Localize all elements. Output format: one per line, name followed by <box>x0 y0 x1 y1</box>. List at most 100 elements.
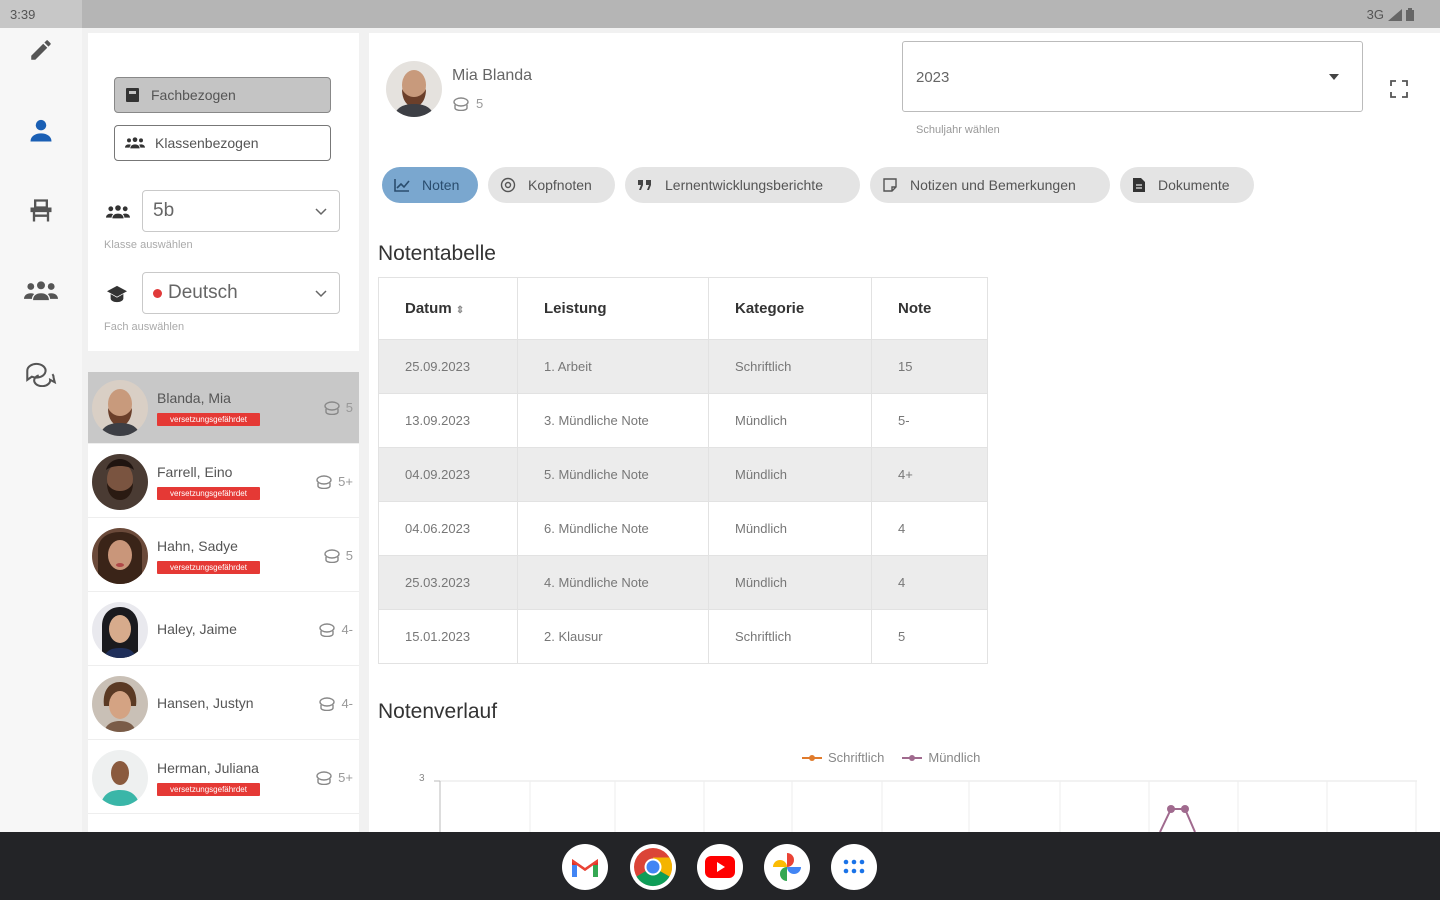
class-select-value: 5b <box>153 200 175 221</box>
table-row[interactable]: 04.06.2023 6. Mündliche Note Mündlich 4 <box>378 501 988 556</box>
column-header-note[interactable]: Note <box>871 277 988 340</box>
tab-label: Notizen und Bemerkungen <box>910 177 1076 193</box>
rail-item-chat[interactable] <box>21 353 61 393</box>
status-badge: versetzungsgefährdet <box>157 561 260 574</box>
grade-icon <box>324 548 340 563</box>
student-grade: 5 <box>323 548 353 563</box>
student-grade-value: 4- <box>341 696 353 711</box>
school-desk-icon <box>30 199 52 222</box>
tab-notizen[interactable]: Notizen und Bemerkungen <box>870 167 1110 203</box>
table-cell: 5 <box>871 609 988 664</box>
legend-item-muendlich[interactable]: Mündlich <box>902 750 980 765</box>
column-header-leistung[interactable]: Leistung <box>517 277 709 340</box>
table-row[interactable]: 25.03.2023 4. Mündliche Note Mündlich 4 <box>378 555 988 610</box>
legend-label: Schriftlich <box>828 750 885 765</box>
table-cell: Mündlich <box>708 555 872 610</box>
gmail-app-icon[interactable] <box>562 844 608 890</box>
column-header-datum[interactable]: Datum ⇕ <box>378 277 518 340</box>
legend-swatch <box>802 754 822 761</box>
pencil-icon <box>31 40 51 60</box>
table-row[interactable]: 13.09.2023 3. Mündliche Note Mündlich 5- <box>378 393 988 448</box>
school-year-select[interactable]: 2023 <box>902 41 1363 112</box>
app-launcher-icon[interactable] <box>831 844 877 890</box>
table-row[interactable]: 15.01.2023 2. Klausur Schriftlich 5 <box>378 609 988 664</box>
subject-select-row: Deutsch Fach auswählen <box>104 272 344 342</box>
tab-kopfnoten[interactable]: Kopfnoten <box>488 167 615 203</box>
table-cell: 25.03.2023 <box>378 555 518 610</box>
list-item-student[interactable]: Blanda, Mia versetzungsgefährdet 5 <box>88 372 359 444</box>
dropdown-arrow-icon <box>1329 74 1339 80</box>
school-year-value: 2023 <box>916 69 950 86</box>
youtube-icon <box>705 856 735 878</box>
grade-chart-title: Notenverlauf <box>378 700 498 723</box>
clock: 3:39 <box>10 7 36 22</box>
network-label: 3G <box>1366 7 1384 22</box>
table-row[interactable]: 25.09.2023 1. Arbeit Schriftlich 15 <box>378 339 988 394</box>
tab-dokumente[interactable]: Dokumente <box>1120 167 1254 203</box>
class-select-hint: Klasse auswählen <box>104 239 193 251</box>
class-select[interactable]: 5b <box>142 190 340 232</box>
tab-lernentwicklungsberichte[interactable]: Lernentwicklungsberichte <box>625 167 860 203</box>
filter-panel: Fachbezogen Klassenbezogen 5b Klasse aus… <box>88 33 359 351</box>
tab-noten[interactable]: Noten <box>382 167 478 203</box>
table-cell: 4+ <box>871 447 988 502</box>
table-cell: Mündlich <box>708 501 872 556</box>
quote-icon <box>638 180 651 190</box>
table-cell: 4. Mündliche Note <box>517 555 709 610</box>
table-cell: Schriftlich <box>708 339 872 394</box>
class-view-button[interactable]: Klassenbezogen <box>114 125 331 161</box>
column-header-kategorie[interactable]: Kategorie <box>708 277 872 340</box>
student-grade-value: 5+ <box>338 474 353 489</box>
profile-grade: 5 <box>452 96 483 111</box>
table-row[interactable]: 04.09.2023 5. Mündliche Note Mündlich 4+ <box>378 447 988 502</box>
avatar <box>92 454 148 510</box>
rail-item-student[interactable] <box>21 111 61 151</box>
student-grade: 4- <box>318 696 353 711</box>
student-detail-panel: Mia Blanda 5 2023 Schuljahr wählen Noten… <box>369 33 1440 832</box>
youtube-app-icon[interactable] <box>697 844 743 890</box>
chrome-app-icon[interactable] <box>630 844 676 890</box>
list-item-student[interactable]: Haley, Jaime 4- <box>88 594 359 666</box>
battery-icon <box>1406 8 1414 21</box>
document-icon <box>1133 178 1145 192</box>
tab-label: Lernentwicklungsberichte <box>665 177 823 193</box>
badge-icon <box>500 177 516 193</box>
table-cell: Schriftlich <box>708 609 872 664</box>
list-item-student[interactable]: Farrell, Eino versetzungsgefährdet 5+ <box>88 446 359 518</box>
group-icon <box>106 205 130 219</box>
student-grade-value: 5+ <box>338 770 353 785</box>
subject-select[interactable]: Deutsch <box>142 272 340 314</box>
tab-label: Kopfnoten <box>528 177 592 193</box>
list-item-student[interactable]: Herman, Juliana versetzungsgefährdet 5+ <box>88 742 359 814</box>
grade-line-chart: 3 <box>409 773 1419 832</box>
grade-table-title: Notentabelle <box>378 242 496 265</box>
status-icons: 3G <box>1367 7 1414 22</box>
photos-icon <box>773 853 801 881</box>
list-item-student[interactable]: Hansen, Justyn 4- <box>88 668 359 740</box>
subject-select-hint: Fach auswählen <box>104 321 185 333</box>
grade-icon <box>316 770 332 785</box>
legend-item-schriftlich[interactable]: Schriftlich <box>802 750 884 765</box>
data-point <box>1167 805 1175 813</box>
taskbar <box>0 832 1440 900</box>
list-item-student[interactable]: Hahn, Sadye versetzungsgefährdet 5 <box>88 520 359 592</box>
rail-item-group[interactable] <box>21 271 61 311</box>
photos-app-icon[interactable] <box>764 844 810 890</box>
table-cell: 5. Mündliche Note <box>517 447 709 502</box>
table-cell: 6. Mündliche Note <box>517 501 709 556</box>
avatar <box>92 676 148 732</box>
subject-view-button[interactable]: Fachbezogen <box>114 77 331 113</box>
group-icon <box>24 281 58 301</box>
avatar <box>92 750 148 806</box>
rail-item-edit[interactable] <box>21 30 61 70</box>
chart-plot-area <box>434 780 1417 832</box>
subject-select-value: Deutsch <box>168 282 238 303</box>
legend-label: Mündlich <box>928 750 981 765</box>
fullscreen-icon[interactable] <box>1389 79 1409 99</box>
rail-item-school[interactable] <box>21 191 61 231</box>
student-grade-value: 5 <box>345 548 353 563</box>
subject-color-dot <box>153 288 162 298</box>
table-cell: 3. Mündliche Note <box>517 393 709 448</box>
table-cell: 13.09.2023 <box>378 393 518 448</box>
table-cell: 5- <box>871 393 988 448</box>
